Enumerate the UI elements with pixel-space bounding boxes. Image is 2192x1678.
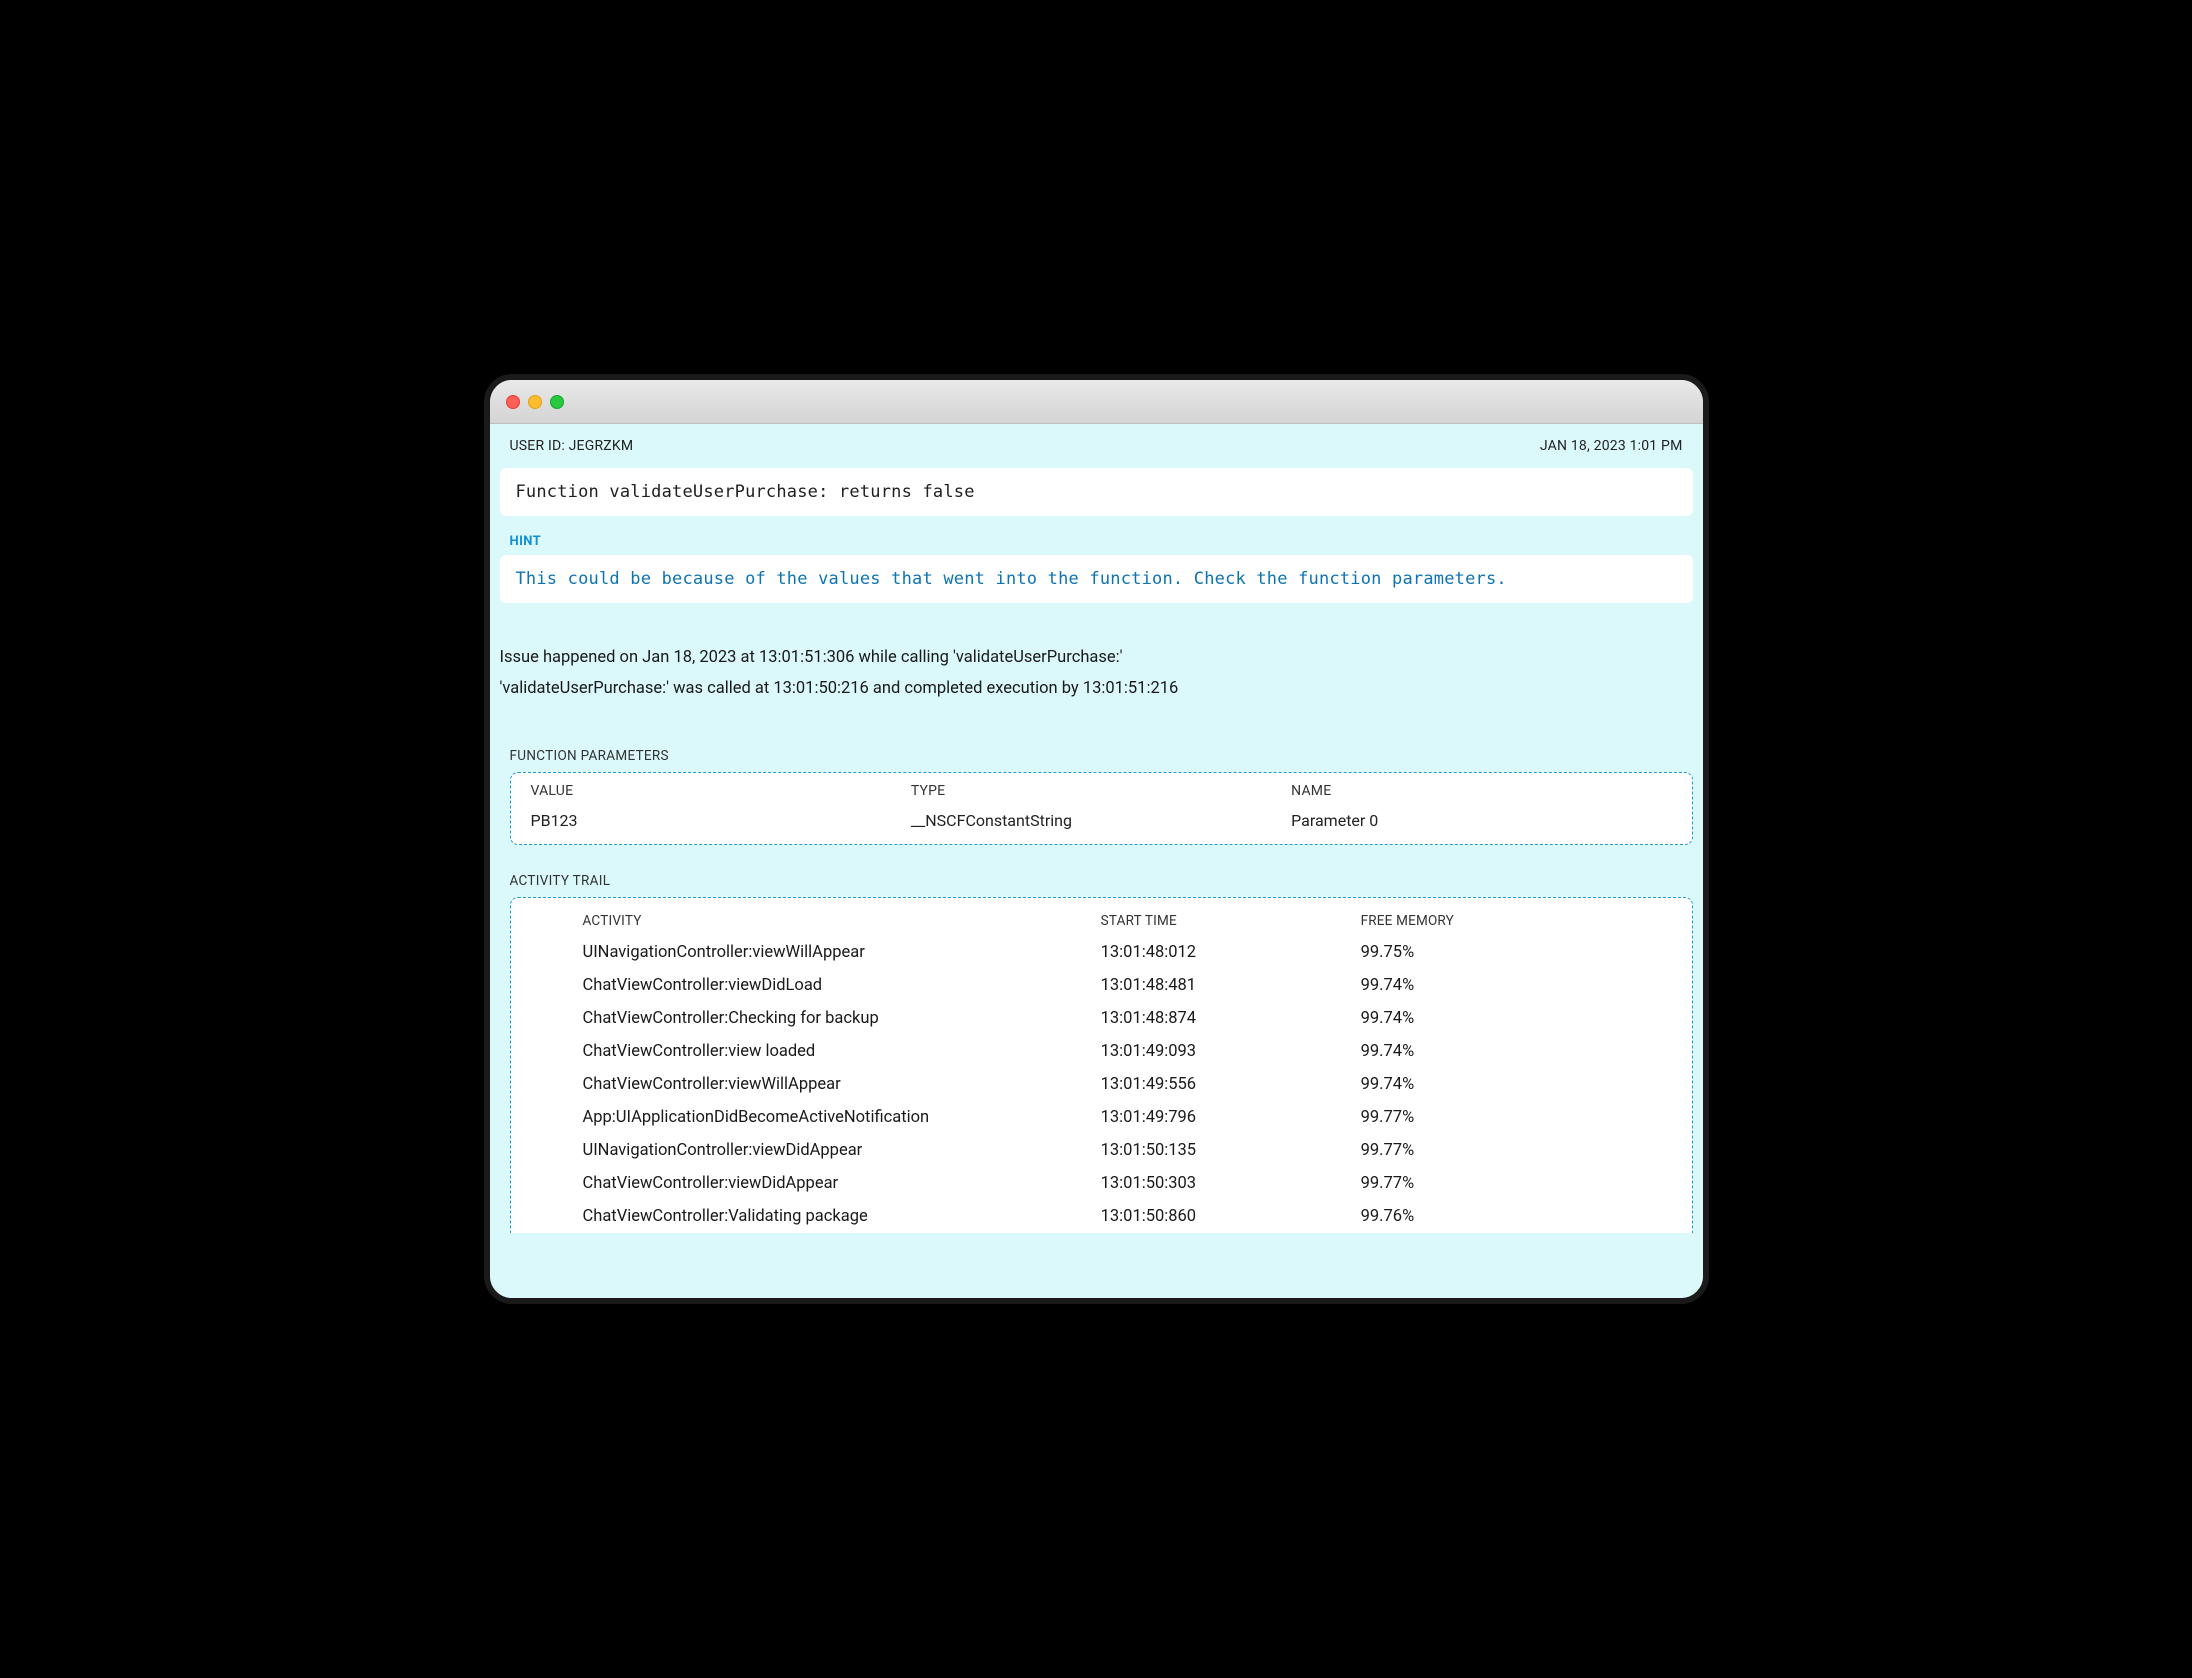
content-pane: USER ID: JEGRZKM JAN 18, 2023 1:01 PM Fu…: [490, 424, 1703, 1298]
trail-cell-start: 13:01:48:012: [1101, 943, 1361, 962]
trail-header-row: ACTIVITY START TIME FREE MEMORY: [511, 906, 1692, 936]
minimize-icon[interactable]: [528, 395, 542, 409]
hint-box: This could be because of the values that…: [500, 555, 1693, 603]
trail-cell-activity: ChatViewController:view loaded: [583, 1042, 1101, 1061]
issue-description: Issue happened on Jan 18, 2023 at 13:01:…: [490, 625, 1703, 744]
issue-line-1: Issue happened on Jan 18, 2023 at 13:01:…: [500, 643, 1683, 674]
trail-cell-activity: ChatViewController:viewDidAppear: [583, 1174, 1101, 1193]
function-parameters-table: VALUE TYPE NAME PB123__NSCFConstantStrin…: [510, 772, 1693, 845]
trail-cell-start: 13:01:49:093: [1101, 1042, 1361, 1061]
trail-header-mem: FREE MEMORY: [1361, 913, 1672, 929]
trail-row: ChatViewController:viewDidLoad13:01:48:4…: [511, 969, 1692, 1002]
user-id-label: USER ID:: [510, 438, 565, 454]
user-id-value: JEGRZKM: [569, 438, 634, 454]
trail-cell-activity: UINavigationController:viewDidAppear: [583, 1141, 1101, 1160]
close-icon[interactable]: [506, 395, 520, 409]
trail-cell-mem: 99.74%: [1361, 1042, 1672, 1061]
trail-cell-activity: UINavigationController:viewWillAppear: [583, 943, 1101, 962]
params-cell-value: PB123: [531, 811, 911, 830]
trail-cell-mem: 99.77%: [1361, 1174, 1672, 1193]
trail-cell-mem: 99.77%: [1361, 1108, 1672, 1127]
params-header-name: NAME: [1291, 783, 1671, 799]
trail-cell-start: 13:01:48:481: [1101, 976, 1361, 995]
params-row: PB123__NSCFConstantStringParameter 0: [511, 803, 1692, 834]
trail-cell-mem: 99.77%: [1361, 1141, 1672, 1160]
hint-label: HINT: [490, 526, 1703, 553]
trail-cell-start: 13:01:50:303: [1101, 1174, 1361, 1193]
trail-row: UINavigationController:viewWillAppear13:…: [511, 936, 1692, 969]
trail-cell-activity: ChatViewController:Checking for backup: [583, 1009, 1101, 1028]
trail-cell-start: 13:01:48:874: [1101, 1009, 1361, 1028]
trail-cell-activity: App:UIApplicationDidBecomeActiveNotifica…: [583, 1108, 1101, 1127]
trail-cell-mem: 99.74%: [1361, 1075, 1672, 1094]
trail-row: UINavigationController:viewDidAppear13:0…: [511, 1134, 1692, 1167]
device-frame: USER ID: JEGRZKM JAN 18, 2023 1:01 PM Fu…: [484, 374, 1709, 1304]
trail-cell-mem: 99.74%: [1361, 1009, 1672, 1028]
trail-cell-start: 13:01:50:860: [1101, 1207, 1361, 1226]
page-header: USER ID: JEGRZKM JAN 18, 2023 1:01 PM: [490, 424, 1703, 464]
params-cell-type: __NSCFConstantString: [911, 811, 1291, 830]
trail-row: ChatViewController:Validating package13:…: [511, 1200, 1692, 1233]
trail-cell-activity: ChatViewController:viewWillAppear: [583, 1075, 1101, 1094]
params-header-row: VALUE TYPE NAME: [511, 779, 1692, 803]
issue-line-2: 'validateUserPurchase:' was called at 13…: [500, 674, 1683, 705]
params-header-value: VALUE: [531, 783, 911, 799]
params-header-type: TYPE: [911, 783, 1291, 799]
trail-cell-start: 13:01:50:135: [1101, 1141, 1361, 1160]
trail-cell-start: 13:01:49:556: [1101, 1075, 1361, 1094]
trail-row: ChatViewController:viewWillAppear13:01:4…: [511, 1068, 1692, 1101]
maximize-icon[interactable]: [550, 395, 564, 409]
trail-row: ChatViewController:view loaded13:01:49:0…: [511, 1035, 1692, 1068]
trail-row: ChatViewController:Checking for backup13…: [511, 1002, 1692, 1035]
trail-cell-activity: ChatViewController:viewDidLoad: [583, 976, 1101, 995]
page-timestamp: JAN 18, 2023 1:01 PM: [1540, 438, 1683, 454]
user-id: USER ID: JEGRZKM: [510, 438, 634, 454]
params-cell-name: Parameter 0: [1291, 811, 1671, 830]
trail-cell-start: 13:01:49:796: [1101, 1108, 1361, 1127]
activity-trail-table: ACTIVITY START TIME FREE MEMORY UINaviga…: [510, 897, 1693, 1233]
trail-row: App:UIApplicationDidBecomeActiveNotifica…: [511, 1101, 1692, 1134]
trail-row: ChatViewController:viewDidAppear13:01:50…: [511, 1167, 1692, 1200]
trail-header-activity: ACTIVITY: [583, 913, 1101, 929]
trail-cell-mem: 99.74%: [1361, 976, 1672, 995]
activity-trail-label: ACTIVITY TRAIL: [490, 869, 1703, 895]
trail-header-start: START TIME: [1101, 913, 1361, 929]
function-parameters-label: FUNCTION PARAMETERS: [490, 744, 1703, 770]
trail-cell-activity: ChatViewController:Validating package: [583, 1207, 1101, 1226]
trail-cell-mem: 99.76%: [1361, 1207, 1672, 1226]
window-titlebar: [490, 380, 1703, 424]
function-result-box: Function validateUserPurchase: returns f…: [500, 468, 1693, 516]
trail-cell-mem: 99.75%: [1361, 943, 1672, 962]
